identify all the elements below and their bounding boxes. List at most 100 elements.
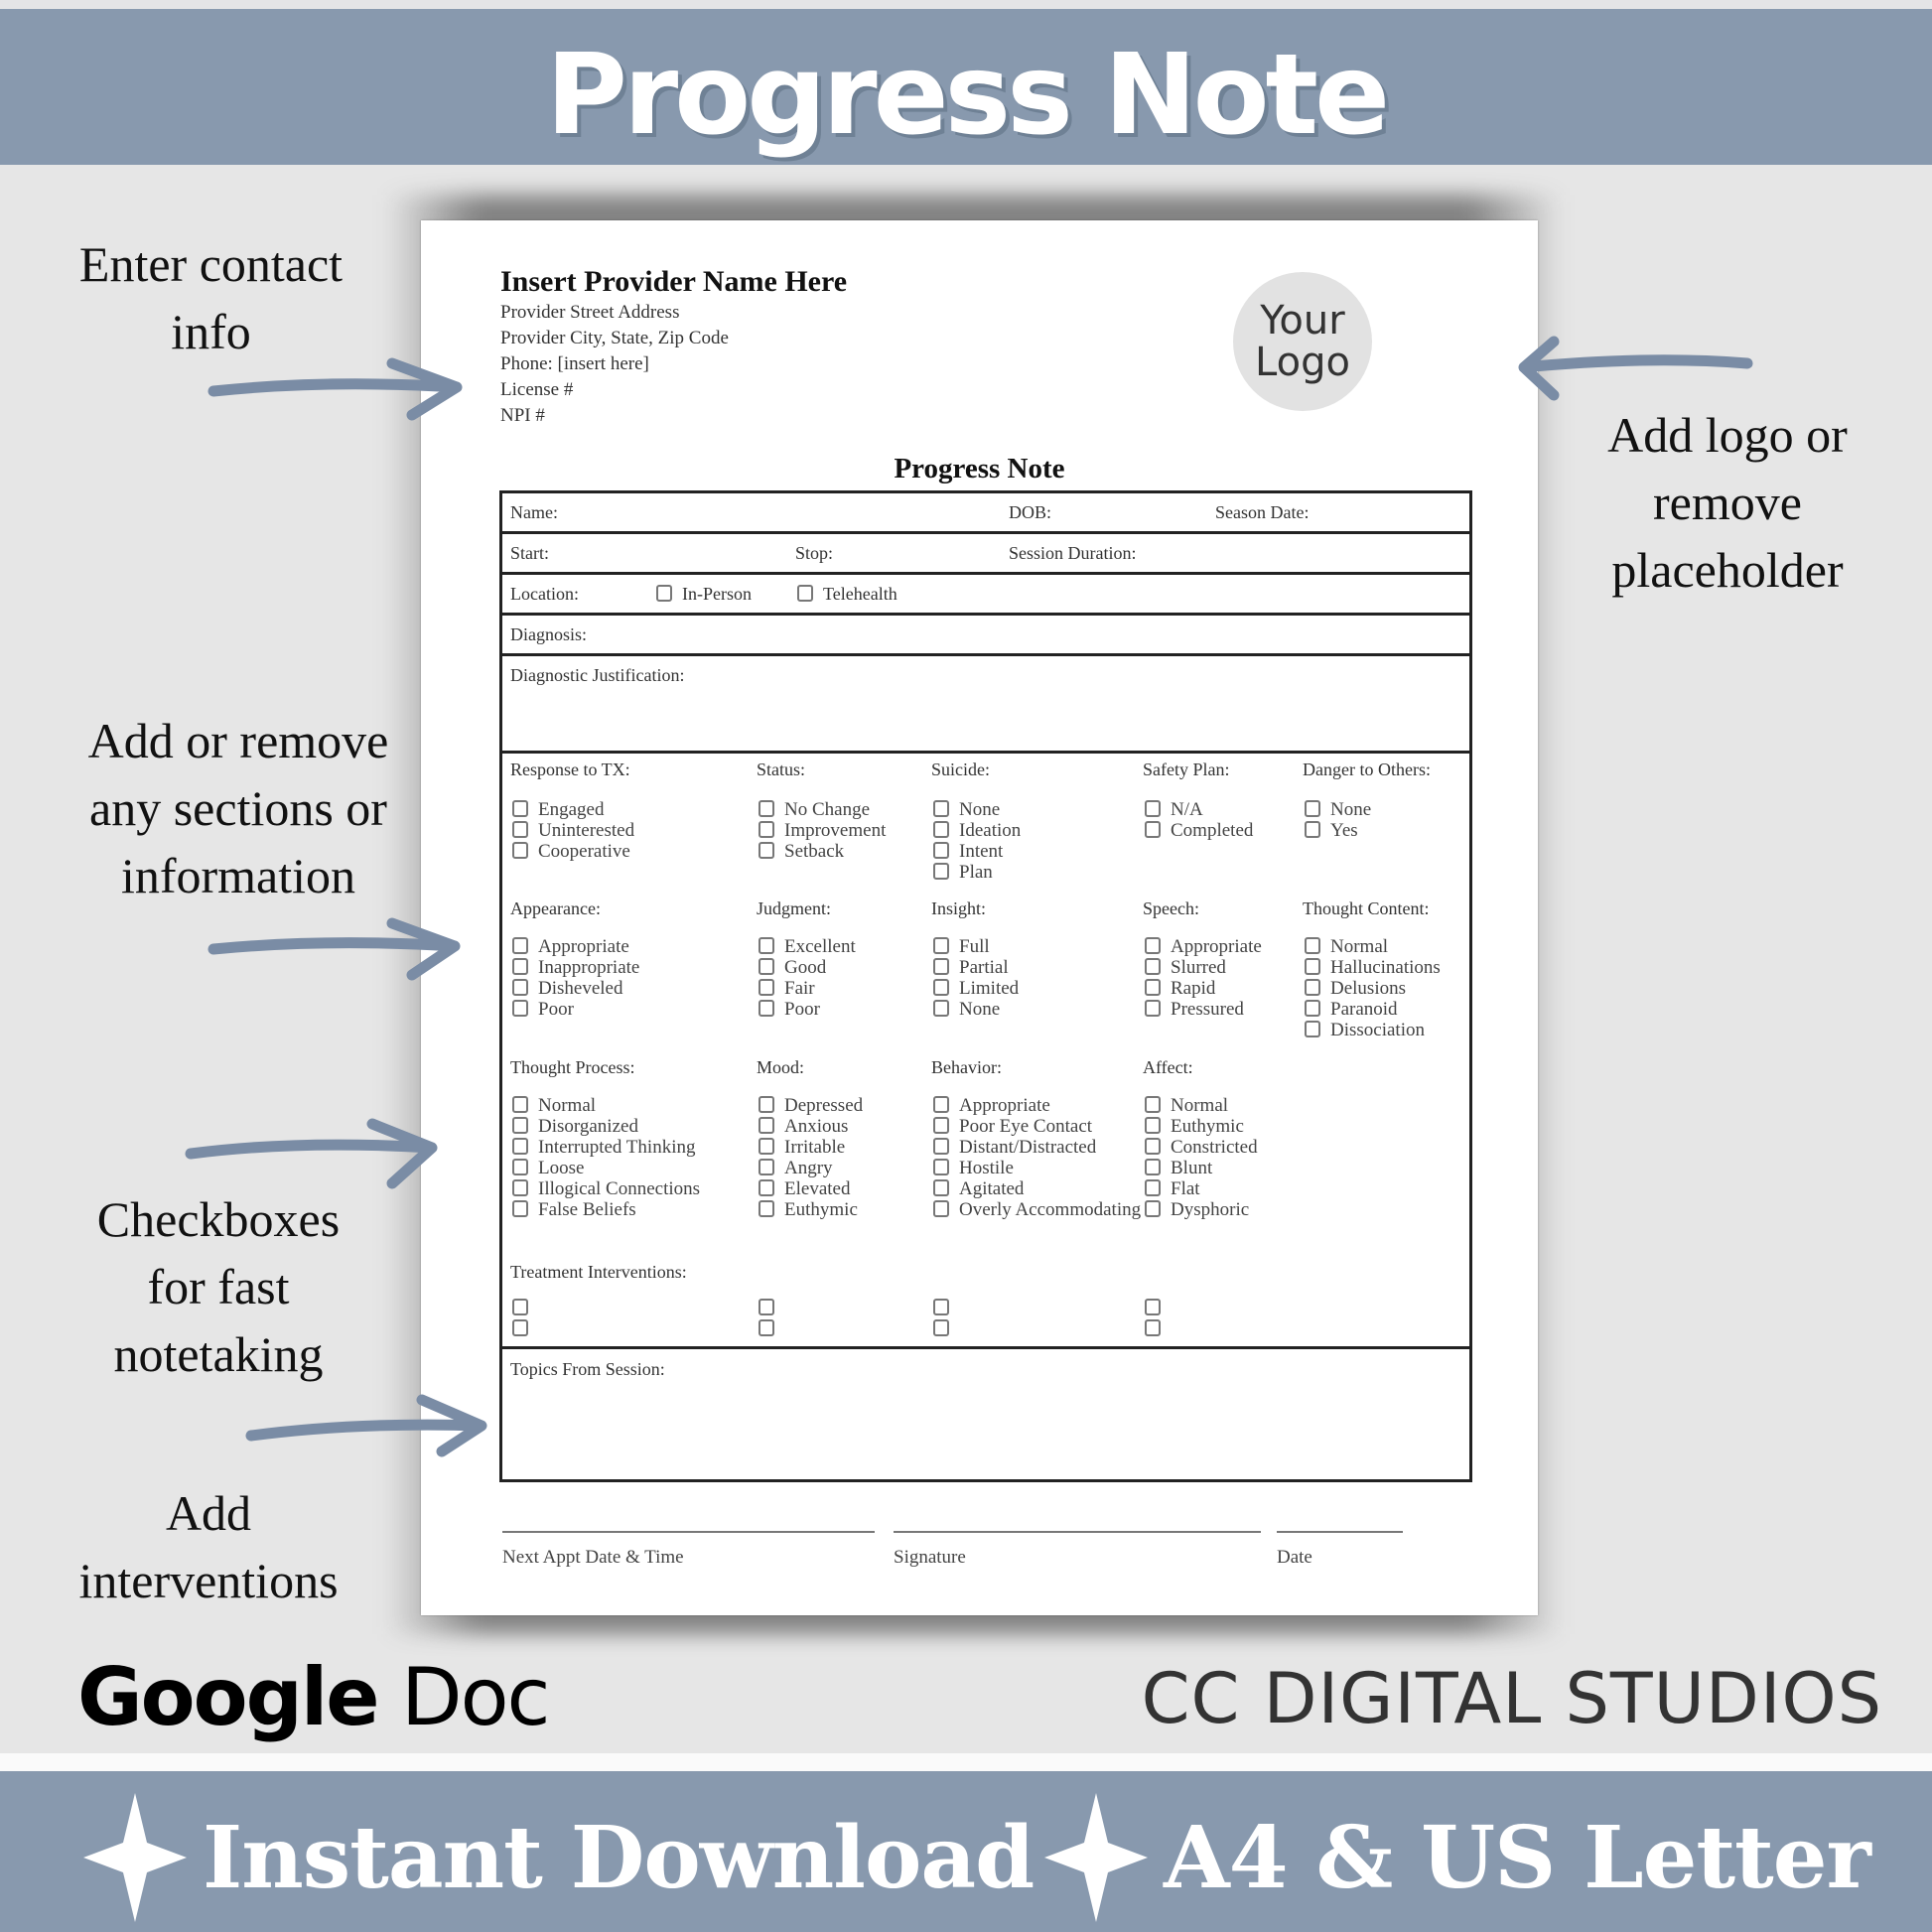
checkbox[interactable] <box>933 1117 949 1134</box>
checkbox[interactable] <box>1145 1179 1161 1196</box>
checkbox[interactable] <box>1305 821 1320 838</box>
checkbox-option[interactable]: No Change <box>759 799 886 820</box>
checkbox[interactable] <box>1305 1000 1320 1017</box>
checkbox[interactable] <box>512 1117 528 1134</box>
checkbox[interactable] <box>512 1319 528 1336</box>
checkbox-option[interactable] <box>759 1298 784 1318</box>
checkbox-option[interactable]: Distant/Distracted <box>933 1137 1141 1158</box>
checkbox[interactable] <box>512 1000 528 1017</box>
checkbox-option[interactable]: Partial <box>933 957 1019 978</box>
checkbox[interactable] <box>1145 1000 1161 1017</box>
provider-npi[interactable]: NPI # <box>500 403 847 429</box>
checkbox[interactable] <box>933 1000 949 1017</box>
checkbox-option[interactable]: Slurred <box>1145 957 1262 978</box>
diagnosis-field[interactable]: Diagnosis: <box>510 624 587 645</box>
checkbox-option[interactable]: Irritable <box>759 1137 863 1158</box>
diagnostic-justification-field[interactable]: Diagnostic Justification: <box>510 665 684 686</box>
checkbox-option[interactable]: Setback <box>759 841 886 862</box>
checkbox[interactable] <box>759 1200 774 1217</box>
checkbox[interactable] <box>933 1200 949 1217</box>
location-option-telehealth[interactable]: Telehealth <box>797 584 897 605</box>
stop-field[interactable]: Stop: <box>795 543 833 564</box>
checkbox[interactable] <box>933 1138 949 1155</box>
start-field[interactable]: Start: <box>510 543 549 564</box>
provider-address[interactable]: Provider Street Address <box>500 300 847 326</box>
checkbox-option[interactable]: Depressed <box>759 1095 863 1116</box>
checkbox-option[interactable]: Dissociation <box>1305 1020 1441 1040</box>
checkbox-option[interactable]: Constricted <box>1145 1137 1258 1158</box>
checkbox-option[interactable]: Paranoid <box>1305 999 1441 1020</box>
checkbox-option[interactable] <box>933 1318 959 1339</box>
checkbox-option[interactable]: Flat <box>1145 1178 1258 1199</box>
checkbox[interactable] <box>1145 821 1161 838</box>
checkbox-option[interactable]: Disorganized <box>512 1116 700 1137</box>
dob-field[interactable]: DOB: <box>1009 502 1051 523</box>
provider-city[interactable]: Provider City, State, Zip Code <box>500 326 847 351</box>
checkbox[interactable] <box>759 937 774 954</box>
checkbox-option[interactable]: Fair <box>759 978 856 999</box>
checkbox-option[interactable]: None <box>1305 799 1371 820</box>
checkbox[interactable] <box>512 1096 528 1113</box>
checkbox-option[interactable]: Poor <box>512 999 639 1020</box>
checkbox[interactable] <box>933 1319 949 1336</box>
checkbox[interactable] <box>1305 958 1320 975</box>
checkbox[interactable] <box>759 1159 774 1175</box>
checkbox[interactable] <box>1145 1200 1161 1217</box>
checkbox-option[interactable]: None <box>933 799 1021 820</box>
checkbox[interactable] <box>1145 1299 1161 1315</box>
checkbox-option[interactable] <box>512 1298 538 1318</box>
session-date-field[interactable]: Season Date: <box>1215 502 1309 523</box>
checkbox-option[interactable]: Interrupted Thinking <box>512 1137 700 1158</box>
checkbox[interactable] <box>1305 800 1320 817</box>
name-field[interactable]: Name: <box>510 502 558 523</box>
checkbox-option[interactable]: Delusions <box>1305 978 1441 999</box>
checkbox[interactable] <box>1145 937 1161 954</box>
checkbox-option[interactable]: Loose <box>512 1158 700 1178</box>
checkbox[interactable] <box>1145 1117 1161 1134</box>
checkbox-option[interactable] <box>1145 1318 1171 1339</box>
checkbox[interactable] <box>512 937 528 954</box>
checkbox-option[interactable]: Appropriate <box>512 936 639 957</box>
checkbox[interactable] <box>759 1000 774 1017</box>
checkbox-option[interactable]: None <box>933 999 1019 1020</box>
checkbox[interactable] <box>759 1096 774 1113</box>
checkbox-option[interactable]: Completed <box>1145 820 1253 841</box>
session-duration-field[interactable]: Session Duration: <box>1009 543 1137 564</box>
checkbox[interactable] <box>1305 979 1320 996</box>
logo-placeholder[interactable]: Your Logo <box>1233 272 1372 411</box>
checkbox-option[interactable]: Poor Eye Contact <box>933 1116 1141 1137</box>
checkbox-option[interactable]: Blunt <box>1145 1158 1258 1178</box>
checkbox[interactable] <box>759 1117 774 1134</box>
checkbox[interactable] <box>1145 1138 1161 1155</box>
checkbox-option[interactable]: Appropriate <box>933 1095 1141 1116</box>
checkbox-option[interactable]: Poor <box>759 999 856 1020</box>
checkbox-option[interactable]: Angry <box>759 1158 863 1178</box>
checkbox[interactable] <box>933 1299 949 1315</box>
checkbox[interactable] <box>759 979 774 996</box>
checkbox-option[interactable]: Normal <box>512 1095 700 1116</box>
checkbox[interactable] <box>797 585 813 602</box>
checkbox[interactable] <box>759 1319 774 1336</box>
checkbox-option[interactable]: False Beliefs <box>512 1199 700 1220</box>
checkbox[interactable] <box>1145 958 1161 975</box>
checkbox[interactable] <box>1145 1319 1161 1336</box>
checkbox[interactable] <box>933 863 949 880</box>
checkbox-option[interactable]: Illogical Connections <box>512 1178 700 1199</box>
checkbox[interactable] <box>1145 1096 1161 1113</box>
checkbox-option[interactable]: Engaged <box>512 799 634 820</box>
checkbox[interactable] <box>933 800 949 817</box>
checkbox[interactable] <box>512 1179 528 1196</box>
checkbox[interactable] <box>512 800 528 817</box>
checkbox[interactable] <box>512 1299 528 1315</box>
checkbox[interactable] <box>933 937 949 954</box>
checkbox-option[interactable]: N/A <box>1145 799 1253 820</box>
checkbox-option[interactable]: Cooperative <box>512 841 634 862</box>
checkbox[interactable] <box>759 821 774 838</box>
topics-from-session[interactable]: Topics From Session: <box>502 1349 1469 1482</box>
signature-field[interactable]: Signature <box>894 1531 1261 1569</box>
date-field[interactable]: Date <box>1277 1531 1403 1569</box>
checkbox-option[interactable]: Inappropriate <box>512 957 639 978</box>
checkbox[interactable] <box>759 1138 774 1155</box>
checkbox[interactable] <box>759 842 774 859</box>
checkbox-option[interactable]: Intent <box>933 841 1021 862</box>
